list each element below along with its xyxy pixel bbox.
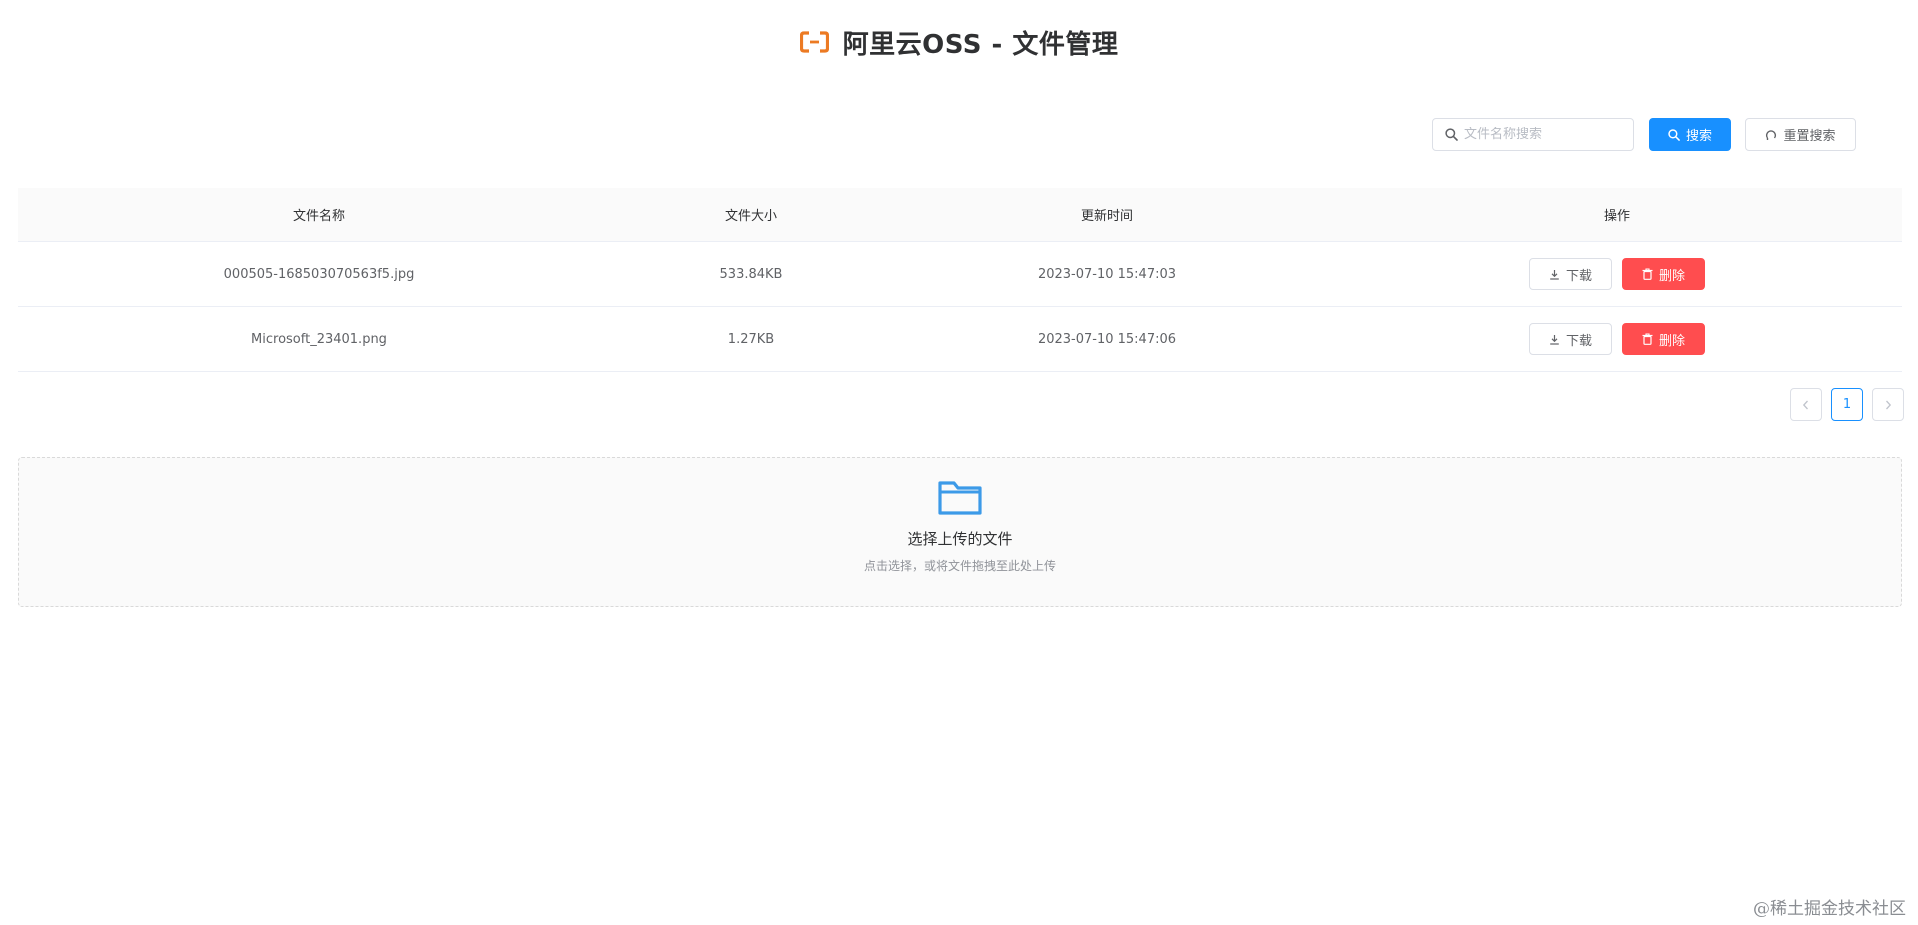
- trash-icon: [1642, 333, 1653, 345]
- chevron-left-icon: [1802, 400, 1808, 409]
- upload-title: 选择上传的文件: [907, 530, 1013, 548]
- download-button[interactable]: 下载: [1529, 258, 1612, 290]
- column-header-updated: 更新时间: [1080, 209, 1133, 224]
- file-name-cell: Microsoft_23401.png: [251, 331, 387, 347]
- delete-button[interactable]: 删除: [1622, 258, 1705, 290]
- refresh-icon: [1766, 129, 1777, 140]
- upload-hint: 点击选择，或将文件拖拽至此处上传: [863, 559, 1056, 573]
- search-input[interactable]: [1464, 127, 1624, 142]
- pagination: 1: [1790, 388, 1904, 421]
- search-button-label: 搜索: [1685, 129, 1712, 144]
- file-name-cell: 000505-168503070563f5.jpg: [223, 266, 415, 282]
- column-header-actions: 操作: [1603, 209, 1630, 224]
- upload-dropzone[interactable]: 选择上传的文件 点击选择，或将文件拖拽至此处上传: [18, 457, 1902, 607]
- page-number-button[interactable]: 1: [1831, 388, 1863, 421]
- file-size-cell: 533.84KB: [719, 266, 783, 282]
- page-header: 阿里云OSS - 文件管理: [0, 24, 1918, 60]
- table-row: Microsoft_23401.png 1.27KB 2023-07-10 15…: [18, 307, 1902, 372]
- delete-button[interactable]: 删除: [1622, 323, 1705, 355]
- column-header-filename: 文件名称: [292, 209, 345, 224]
- table-header: 文件名称 文件大小 更新时间 操作: [18, 188, 1902, 242]
- download-button[interactable]: 下载: [1529, 323, 1612, 355]
- file-table: 文件名称 文件大小 更新时间 操作 000505-168503070563f5.…: [18, 188, 1902, 372]
- page-title: 阿里云OSS - 文件管理: [842, 29, 1119, 60]
- reset-button-label: 重置搜索: [1783, 129, 1836, 144]
- search-field[interactable]: [1432, 118, 1634, 151]
- column-header-filesize: 文件大小: [724, 209, 777, 224]
- download-label: 下载: [1565, 333, 1592, 349]
- search-button[interactable]: 搜索: [1649, 118, 1731, 151]
- updated-time-cell: 2023-07-10 15:47:06: [1037, 331, 1177, 347]
- aliyun-logo-icon: [799, 31, 829, 53]
- trash-icon: [1642, 268, 1653, 280]
- download-icon: [1550, 334, 1559, 345]
- prev-page-button[interactable]: [1790, 388, 1822, 421]
- watermark: @稀土掘金技术社区: [1753, 899, 1906, 919]
- search-icon: [1668, 128, 1680, 141]
- actions-cell: 下载 删除: [1332, 323, 1902, 355]
- download-icon: [1550, 269, 1559, 280]
- updated-time-cell: 2023-07-10 15:47:03: [1037, 266, 1177, 282]
- delete-label: 删除: [1658, 268, 1685, 284]
- file-size-cell: 1.27KB: [727, 331, 775, 347]
- search-icon: [1445, 128, 1458, 141]
- reset-search-button[interactable]: 重置搜索: [1745, 118, 1856, 151]
- table-row: 000505-168503070563f5.jpg 533.84KB 2023-…: [18, 242, 1902, 307]
- search-toolbar: 搜索 重置搜索: [1432, 118, 1856, 151]
- next-page-button[interactable]: [1872, 388, 1904, 421]
- chevron-right-icon: [1886, 400, 1892, 409]
- delete-label: 删除: [1658, 333, 1685, 349]
- folder-icon: [938, 481, 982, 515]
- actions-cell: 下载 删除: [1332, 258, 1902, 290]
- download-label: 下载: [1565, 268, 1592, 284]
